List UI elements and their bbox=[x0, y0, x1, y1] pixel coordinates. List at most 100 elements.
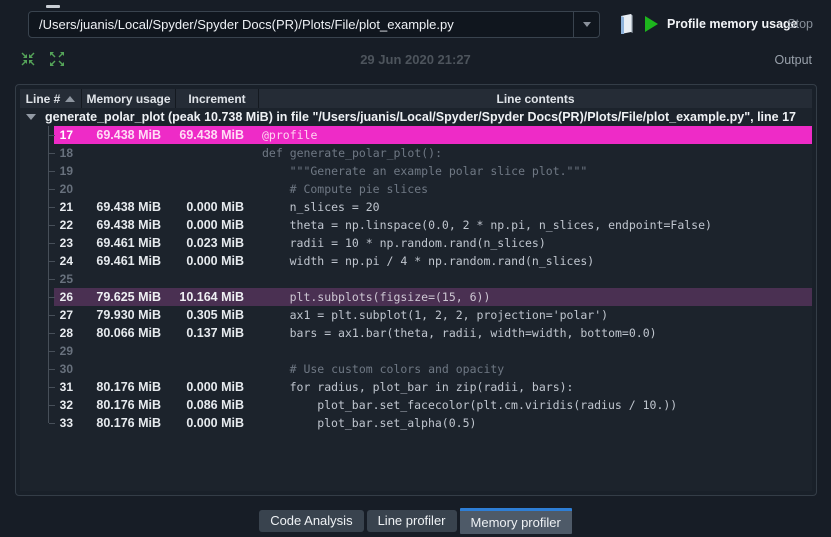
memory-usage-value: 69.438 MiB bbox=[96, 218, 161, 232]
memory-profiler-pane: /Users/juanis/Local/Spyder/Spyder Docs(P… bbox=[0, 0, 831, 537]
increment-value bbox=[172, 360, 255, 378]
tree-branch-icon bbox=[20, 198, 55, 216]
line-number: 18 bbox=[59, 146, 73, 160]
profiler-row[interactable]: 22 69.438 MiB 0.000 MiB theta = np.linsp… bbox=[20, 216, 812, 234]
profiler-row[interactable]: 17 69.438 MiB 69.438 MiB @profile bbox=[20, 126, 812, 144]
increment-value: 0.023 MiB bbox=[186, 236, 244, 250]
memory-usage-value bbox=[78, 360, 172, 378]
profiler-row[interactable]: 28 80.066 MiB 0.137 MiB bars = ax1.bar(t… bbox=[20, 324, 812, 342]
profiler-row[interactable]: 26 79.625 MiB 10.164 MiB plt.subplots(fi… bbox=[20, 288, 812, 306]
path-dropdown-button[interactable] bbox=[573, 12, 599, 37]
increment-value bbox=[172, 180, 255, 198]
plugin-tab-bar: Code Analysis Line profiler Memory profile… bbox=[0, 508, 831, 534]
line-contents: radii = 10 * np.random.rand(n_slices) bbox=[289, 236, 546, 250]
tree-branch-icon bbox=[20, 414, 55, 432]
line-number: 27 bbox=[59, 308, 73, 322]
line-contents: # Use custom colors and opacity bbox=[289, 362, 505, 376]
column-header-contents[interactable]: Line contents bbox=[259, 89, 812, 108]
memory-usage-value: 80.176 MiB bbox=[96, 398, 161, 412]
profiler-row[interactable]: 33 80.176 MiB 0.000 MiB plot_bar.set_alp… bbox=[20, 414, 812, 432]
memory-usage-value: 69.461 MiB bbox=[96, 236, 161, 250]
play-icon[interactable] bbox=[645, 16, 658, 32]
line-number: 30 bbox=[59, 362, 73, 376]
memory-usage-value: 69.438 MiB bbox=[78, 126, 172, 144]
tree-branch-icon bbox=[20, 288, 55, 306]
line-number: 21 bbox=[59, 200, 73, 214]
sort-ascending-icon bbox=[65, 95, 76, 102]
increment-value: 10.164 MiB bbox=[172, 288, 255, 306]
column-header-increment[interactable]: Increment bbox=[176, 89, 259, 108]
profiler-row[interactable]: 25 bbox=[20, 270, 812, 288]
increment-value: 0.000 MiB bbox=[186, 200, 244, 214]
increment-value bbox=[172, 162, 255, 180]
line-contents: theta = np.linspace(0.0, 2 * np.pi, n_sl… bbox=[289, 218, 712, 232]
profiler-row[interactable]: 29 bbox=[20, 342, 812, 360]
memory-usage-value: 69.461 MiB bbox=[96, 254, 161, 268]
chevron-down-icon bbox=[582, 22, 591, 27]
line-number: 32 bbox=[59, 398, 73, 412]
profiler-row[interactable]: 19 """Generate an example polar slice pl… bbox=[20, 162, 812, 180]
profiler-row[interactable]: 21 69.438 MiB 0.000 MiB n_slices = 20 bbox=[20, 198, 812, 216]
memory-usage-value: 80.066 MiB bbox=[96, 326, 161, 340]
line-contents: @profile bbox=[255, 126, 812, 144]
profiler-row[interactable]: 27 79.930 MiB 0.305 MiB ax1 = plt.subplo… bbox=[20, 306, 812, 324]
file-path-combobox[interactable]: /Users/juanis/Local/Spyder/Spyder Docs(P… bbox=[28, 11, 600, 38]
line-number: 24 bbox=[59, 254, 73, 268]
tree-branch-icon bbox=[20, 396, 55, 414]
tree-branch-icon bbox=[20, 270, 55, 288]
tree-branch-icon bbox=[20, 324, 55, 342]
tree-branch-icon bbox=[20, 216, 55, 234]
stop-button[interactable]: Stop bbox=[787, 17, 813, 31]
line-contents: width = np.pi / 4 * np.random.rand(n_sli… bbox=[289, 254, 595, 268]
column-header-memory[interactable]: Memory usage bbox=[82, 89, 176, 108]
table-header: Line # Memory usage Increment Line conte… bbox=[20, 89, 812, 108]
tree-branch-icon bbox=[20, 378, 55, 396]
increment-value: 0.000 MiB bbox=[186, 380, 244, 394]
increment-value: 0.000 MiB bbox=[186, 254, 244, 268]
memory-usage-value bbox=[78, 342, 172, 360]
line-number: 19 bbox=[59, 164, 73, 178]
profiler-row[interactable]: 32 80.176 MiB 0.086 MiB plot_bar.set_fac… bbox=[20, 396, 812, 414]
tree-branch-icon bbox=[20, 342, 55, 360]
line-number: 22 bbox=[59, 218, 73, 232]
profiler-row[interactable]: 20 # Compute pie slices bbox=[20, 180, 812, 198]
profile-memory-button[interactable]: Profile memory usage bbox=[667, 17, 798, 31]
memory-usage-value: 79.625 MiB bbox=[78, 288, 172, 306]
tree-branch-icon bbox=[20, 252, 55, 270]
function-root-row[interactable]: generate_polar_plot (peak 10.738 MiB) in… bbox=[20, 108, 812, 126]
output-link[interactable]: Output bbox=[774, 53, 812, 67]
tab-code-analysis[interactable]: Code Analysis bbox=[259, 510, 364, 532]
tab-line-profiler[interactable]: Line profiler bbox=[366, 510, 457, 532]
tree-branch-icon bbox=[20, 234, 55, 252]
tree-expand-icon[interactable] bbox=[26, 114, 36, 120]
line-number: 23 bbox=[59, 236, 73, 250]
memory-usage-value bbox=[78, 162, 172, 180]
tree-branch-icon bbox=[20, 126, 55, 144]
line-number: 29 bbox=[59, 344, 73, 358]
tree-branch-icon bbox=[20, 360, 55, 378]
line-contents: plot_bar.set_alpha(0.5) bbox=[317, 416, 477, 430]
increment-value: 0.137 MiB bbox=[186, 326, 244, 340]
line-number: 28 bbox=[59, 326, 73, 340]
line-number: 31 bbox=[59, 380, 73, 394]
profiler-row[interactable]: 24 69.461 MiB 0.000 MiB width = np.pi / … bbox=[20, 252, 812, 270]
profiler-row[interactable]: 30 # Use custom colors and opacity bbox=[20, 360, 812, 378]
file-path-value[interactable]: /Users/juanis/Local/Spyder/Spyder Docs(P… bbox=[29, 17, 573, 32]
line-number: 25 bbox=[59, 272, 73, 286]
increment-value bbox=[172, 342, 255, 360]
profiler-row[interactable]: 31 80.176 MiB 0.000 MiB for radius, plot… bbox=[20, 378, 812, 396]
profiler-row[interactable]: 23 69.461 MiB 0.023 MiB radii = 10 * np.… bbox=[20, 234, 812, 252]
line-contents bbox=[255, 270, 812, 288]
memory-usage-value: 79.930 MiB bbox=[96, 308, 161, 322]
column-header-line[interactable]: Line # bbox=[20, 89, 82, 108]
tree-branch-icon bbox=[20, 162, 55, 180]
open-file-icon[interactable] bbox=[616, 13, 635, 40]
profiler-row[interactable]: 18 def generate_polar_plot(): bbox=[20, 144, 812, 162]
memory-usage-value: 80.176 MiB bbox=[96, 416, 161, 430]
memory-usage-value: 80.176 MiB bbox=[96, 380, 161, 394]
memory-usage-value: 69.438 MiB bbox=[96, 200, 161, 214]
function-root-label: generate_polar_plot (peak 10.738 MiB) in… bbox=[45, 110, 796, 124]
tab-memory-profiler[interactable]: Memory profiler bbox=[459, 508, 572, 534]
line-contents: # Compute pie slices bbox=[289, 182, 429, 196]
line-contents: """Generate an example polar slice plot.… bbox=[289, 164, 588, 178]
